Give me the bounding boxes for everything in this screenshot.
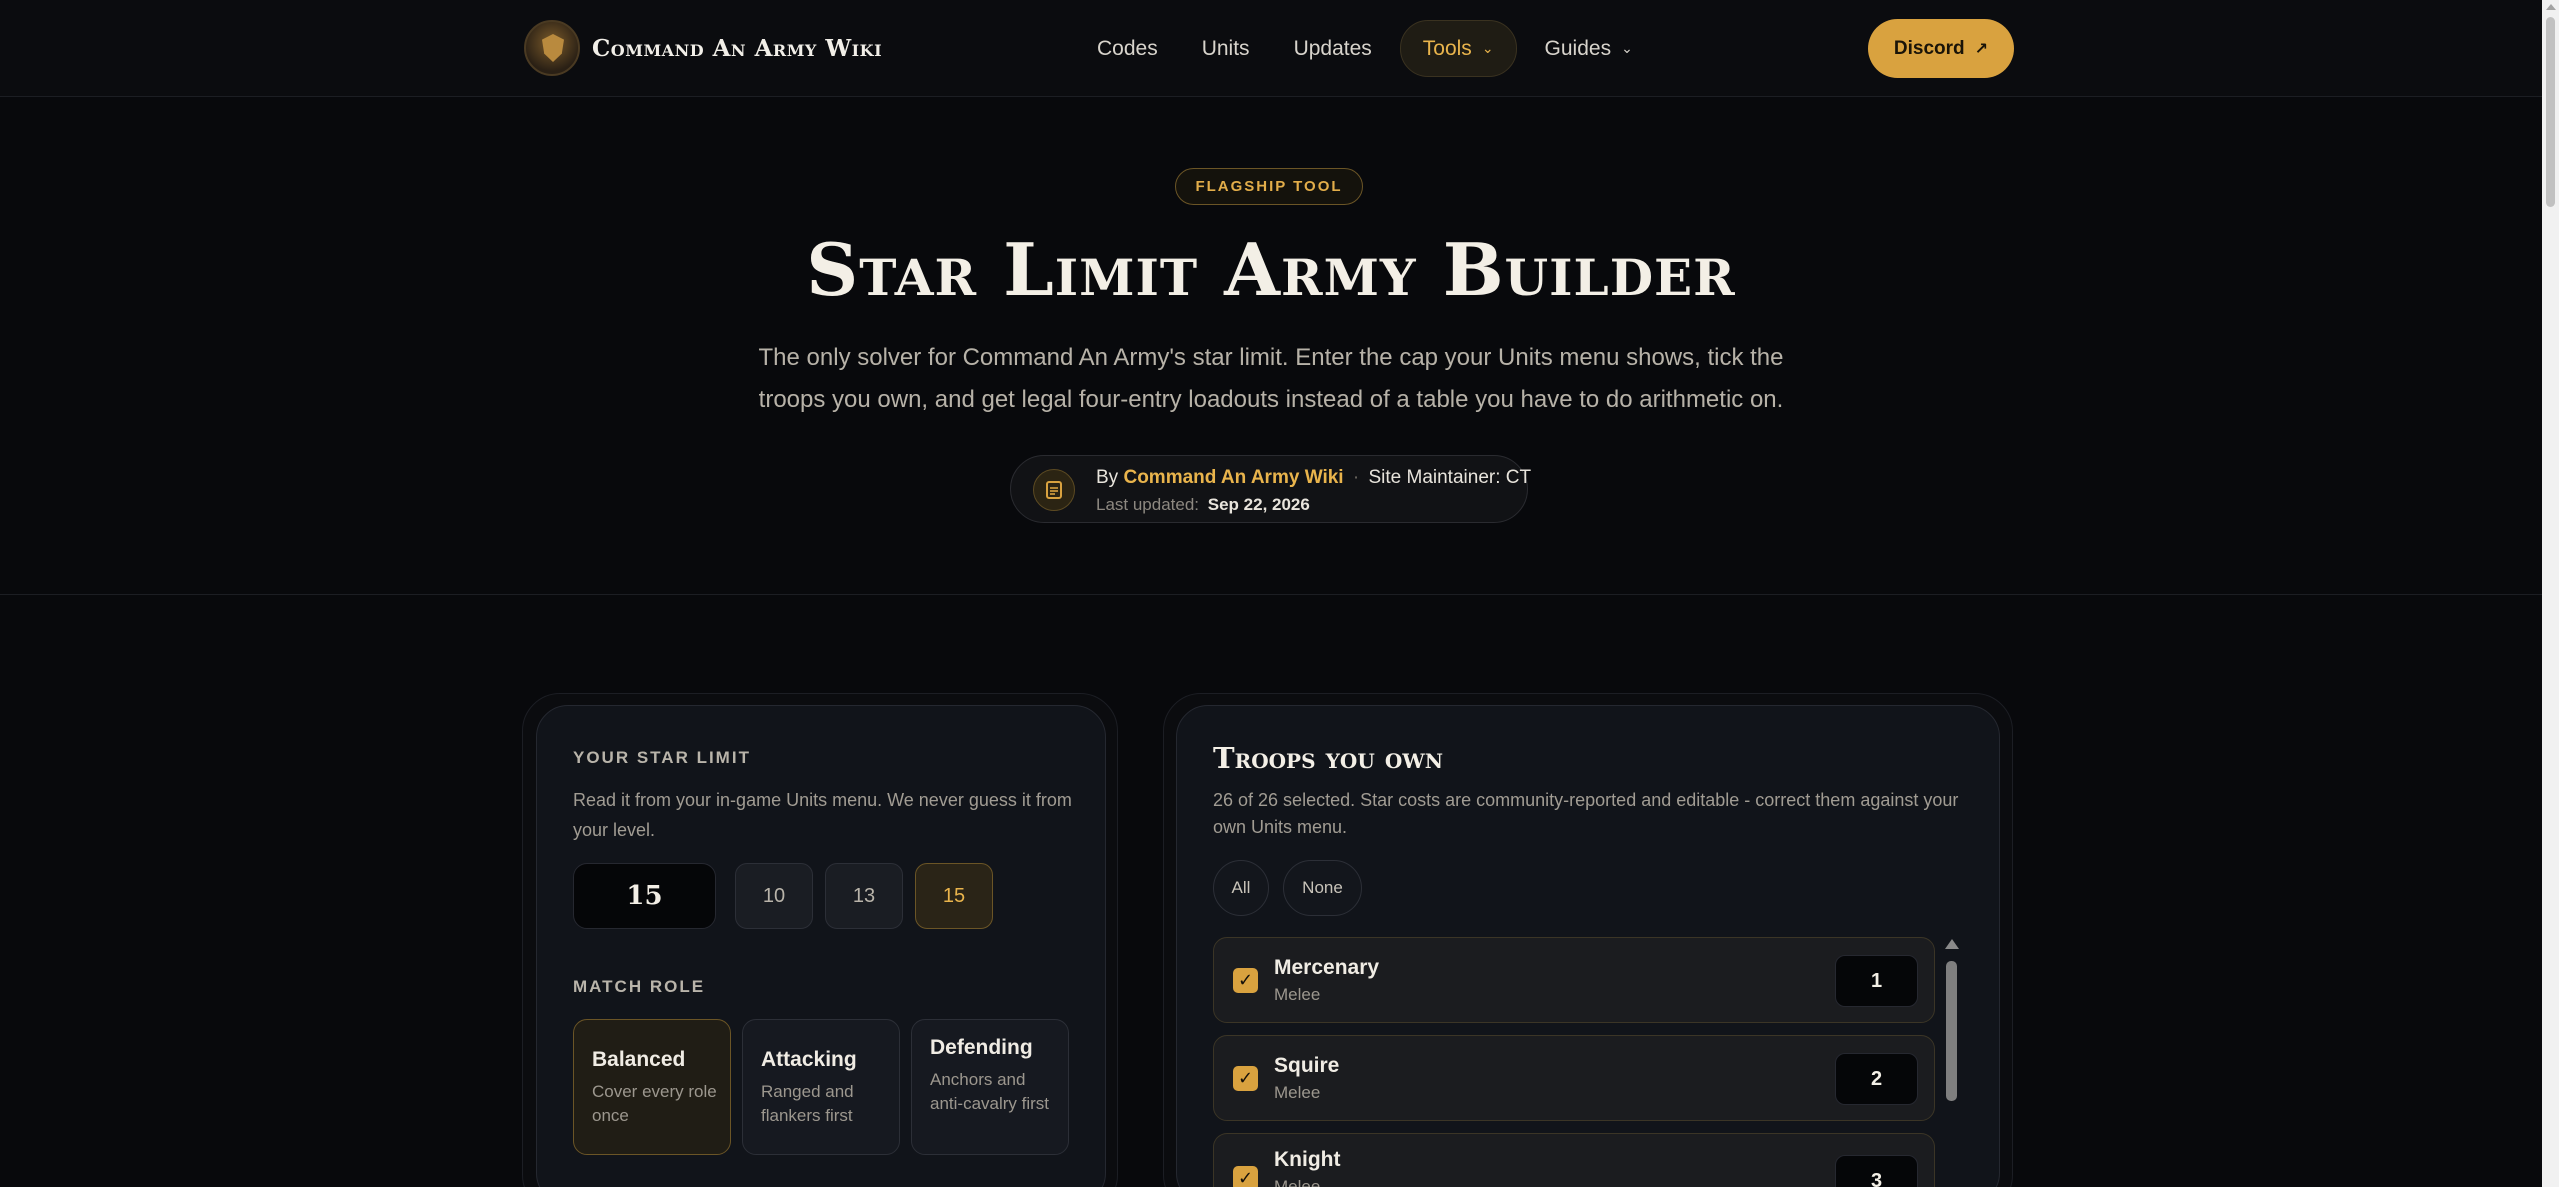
role-defending-card[interactable]: Defending Anchors and anti-cavalry first <box>911 1019 1069 1155</box>
chevron-down-icon: ⌄ <box>1621 40 1633 56</box>
checkbox-checked-icon[interactable]: ✓ <box>1233 1066 1258 1091</box>
troop-row[interactable]: ✓ Knight Melee 3 <box>1213 1133 1935 1187</box>
shield-crest-icon <box>524 20 580 76</box>
troop-row[interactable]: ✓ Squire Melee 2 <box>1213 1035 1935 1121</box>
troop-name: Mercenary <box>1274 956 1380 979</box>
troop-cost-input[interactable]: 3 <box>1835 1155 1918 1187</box>
star-limit-description: Read it from your in-game Units menu. We… <box>573 790 1072 840</box>
brand-logo-link[interactable]: Command An Army Wiki <box>524 20 882 76</box>
byline-by: By <box>1096 467 1119 488</box>
nav-link-codes[interactable]: Codes <box>1075 20 1180 77</box>
discord-button-label: Discord <box>1893 37 1965 59</box>
nav-dropdown-tools[interactable]: Tools ⌄ <box>1399 20 1517 77</box>
scroll-up-arrow-icon[interactable] <box>2546 4 2556 10</box>
star-limit-label: YOUR STAR LIMIT <box>573 748 751 767</box>
role-attacking-card[interactable]: Attacking Ranged and flankers first <box>742 1019 900 1155</box>
scroll-up-arrow-icon[interactable] <box>1945 939 1959 949</box>
select-all-button[interactable]: All <box>1213 860 1269 916</box>
updated-label: Last updated: <box>1096 495 1200 514</box>
scroll-thumb[interactable] <box>1946 961 1957 1101</box>
nav-dropdown-tools-label: Tools <box>1422 36 1472 60</box>
byline-maintainer: Site Maintainer: CT <box>1368 467 1532 488</box>
preset-13-button[interactable]: 13 <box>825 863 903 929</box>
top-navigation: Command An Army Wiki Codes Units Updates… <box>0 0 2542 97</box>
page-description: The only solver for Command An Army's st… <box>758 344 1784 413</box>
brand-name: Command An Army Wiki <box>592 34 883 62</box>
troop-type: Melee <box>1274 1083 1321 1102</box>
checkbox-checked-icon[interactable]: ✓ <box>1233 968 1258 993</box>
role-description: Anchors and anti-cavalry first <box>930 1070 1050 1113</box>
nav-links: Codes Units Updates Tools ⌄ Guides ⌄ <box>1075 20 1655 77</box>
troops-title: Troops you own <box>1213 741 1444 775</box>
byline-separator: · <box>1352 467 1360 488</box>
troop-row[interactable]: ✓ Mercenary Melee 1 <box>1213 937 1935 1023</box>
troop-type: Melee <box>1274 1177 1321 1187</box>
troop-cost-input[interactable]: 1 <box>1835 955 1918 1007</box>
flagship-badge: FLAGSHIP TOOL <box>1175 168 1363 205</box>
document-icon <box>1033 469 1075 511</box>
star-limit-input[interactable]: 15 <box>573 863 716 929</box>
troop-cost-input[interactable]: 2 <box>1835 1053 1918 1105</box>
role-balanced-card[interactable]: Balanced Cover every role once <box>573 1019 731 1155</box>
chevron-down-icon: ⌄ <box>1481 40 1494 56</box>
byline-author-row: By Command An Army Wiki · Site Maintaine… <box>1096 467 1531 489</box>
role-description: Ranged and flankers first <box>761 1082 854 1125</box>
select-none-button[interactable]: None <box>1283 860 1362 916</box>
page-title: Star Limit Army Builder <box>806 227 1736 312</box>
troop-type: Melee <box>1274 985 1321 1004</box>
external-link-icon: ↗ <box>1974 40 1989 58</box>
nav-dropdown-guides-label: Guides <box>1544 36 1612 60</box>
role-description: Cover every role once <box>592 1082 717 1125</box>
preset-15-button[interactable]: 15 <box>915 863 993 929</box>
nav-link-units[interactable]: Units <box>1180 20 1272 77</box>
preset-10-button[interactable]: 10 <box>735 863 813 929</box>
troops-list-scrollbar[interactable] <box>1944 939 1960 1187</box>
nav-link-updates[interactable]: Updates <box>1272 20 1394 77</box>
discord-button[interactable]: Discord ↗ <box>1868 19 2014 78</box>
window-scrollbar[interactable] <box>2542 0 2559 1187</box>
author-byline: By Command An Army Wiki · Site Maintaine… <box>1010 455 1531 523</box>
byline-author-link[interactable]: Command An Army Wiki <box>1123 467 1343 488</box>
role-title: Attacking <box>761 1048 857 1071</box>
scroll-thumb[interactable] <box>2546 17 2555 207</box>
byline-updated-row: Last updated: Sep 22, 2026 <box>1096 495 1310 515</box>
role-title: Defending <box>930 1036 1033 1059</box>
troops-description: 26 of 26 selected. Star costs are commun… <box>1213 790 1959 837</box>
troop-name: Squire <box>1274 1054 1340 1077</box>
troop-name: Knight <box>1274 1148 1341 1171</box>
nav-dropdown-guides[interactable]: Guides ⌄ <box>1523 20 1655 77</box>
match-role-label: MATCH ROLE <box>573 977 706 996</box>
hero-section: FLAGSHIP TOOL Star Limit Army Builder Th… <box>0 97 2542 595</box>
checkbox-checked-icon[interactable]: ✓ <box>1233 1166 1258 1187</box>
role-title: Balanced <box>592 1048 686 1071</box>
updated-date: Sep 22, 2026 <box>1207 495 1310 514</box>
